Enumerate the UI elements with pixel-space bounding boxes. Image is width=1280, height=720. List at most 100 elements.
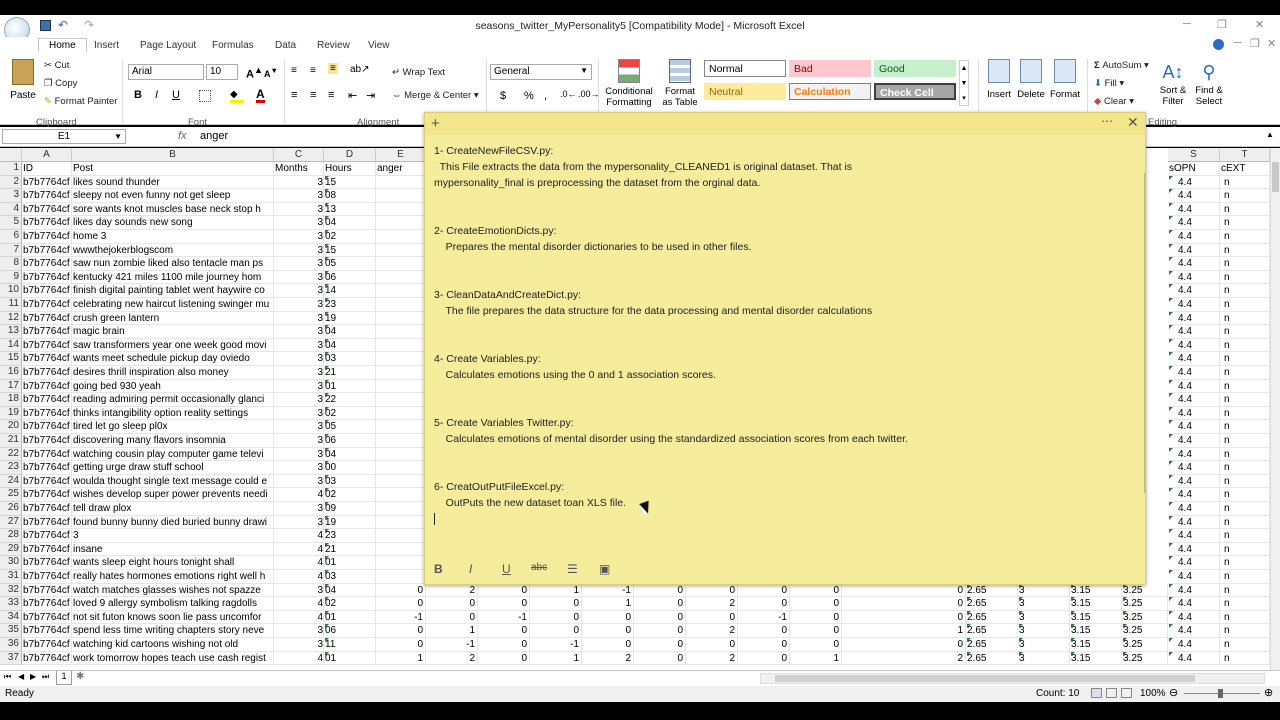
- cell-hours[interactable]: 04: [324, 583, 376, 598]
- cell-hours[interactable]: 08: [324, 189, 376, 203]
- cell-hours[interactable]: 14: [324, 284, 376, 298]
- row-header[interactable]: 1: [0, 162, 22, 176]
- cell-months[interactable]: 4: [274, 529, 324, 543]
- row-header[interactable]: 31: [0, 570, 22, 584]
- cell-cext[interactable]: n: [1220, 624, 1270, 638]
- style-check-cell[interactable]: Check Cell: [874, 83, 956, 100]
- row-header[interactable]: 28: [0, 529, 22, 543]
- autosum-button[interactable]: Σ AutoSum ▾: [1094, 60, 1149, 71]
- ribbon-restore-button[interactable]: ❐: [1250, 37, 1260, 50]
- cell-id[interactable]: b7b7764cf: [22, 270, 72, 285]
- cell-id[interactable]: b7b7764cf: [22, 311, 72, 326]
- cell-id[interactable]: b7b7764cf: [22, 298, 72, 312]
- cell-post[interactable]: watching kid cartoons wishing not old: [72, 638, 274, 652]
- cell-id[interactable]: b7b7764cf: [22, 406, 72, 421]
- cell-sopn[interactable]: 4.4: [1168, 542, 1220, 557]
- tab-data[interactable]: Data: [275, 40, 296, 51]
- cell-months[interactable]: 4: [274, 556, 324, 570]
- cell-anger[interactable]: -1: [376, 610, 426, 625]
- tab-formulas[interactable]: Formulas: [212, 40, 254, 51]
- cell-id[interactable]: b7b7764cf: [22, 175, 72, 190]
- cell-id[interactable]: b7b7764cf: [22, 461, 72, 475]
- cell-post[interactable]: found bunny bunny died buried bunny draw…: [72, 515, 274, 530]
- close-note-icon[interactable]: ✕: [1127, 114, 1139, 131]
- more-options-icon[interactable]: ⋯: [1101, 114, 1113, 128]
- row-header[interactable]: 23: [0, 461, 22, 475]
- prev-sheet-button[interactable]: ◀: [18, 672, 24, 681]
- name-box[interactable]: E1 ▼: [2, 129, 126, 144]
- cell-value[interactable]: 2.65: [966, 583, 1018, 598]
- header-cell-s[interactable]: sOPN: [1168, 162, 1220, 176]
- cell-post[interactable]: tell draw plox: [72, 502, 274, 516]
- cell-months[interactable]: 3: [274, 338, 324, 353]
- cell-sopn[interactable]: 4.4: [1168, 502, 1220, 516]
- insert-image-icon[interactable]: ▣: [599, 562, 610, 576]
- row-header[interactable]: 33: [0, 597, 22, 611]
- cell-anger[interactable]: [376, 420, 426, 434]
- comma-button[interactable]: ,: [544, 90, 547, 102]
- cell-hours[interactable]: 22: [324, 393, 376, 407]
- cell-id[interactable]: b7b7764cf: [22, 352, 72, 366]
- sticky-note-text[interactable]: 1- CreateNewFileCSV.py: This File extrac…: [434, 143, 1134, 511]
- row-header[interactable]: 16: [0, 366, 22, 380]
- cell-anger[interactable]: [376, 379, 426, 394]
- borders-icon[interactable]: [199, 90, 211, 102]
- format-as-table-button[interactable]: Format as Table: [660, 59, 700, 108]
- cell-post[interactable]: thinks intangibility option reality sett…: [72, 406, 274, 421]
- cell-hours[interactable]: 23: [324, 529, 376, 543]
- cell-post[interactable]: getting urge draw stuff school: [72, 461, 274, 475]
- row-header[interactable]: 11: [0, 298, 22, 312]
- cell-post[interactable]: going bed 930 yeah: [72, 379, 274, 394]
- cell-value[interactable]: 3.25: [1122, 597, 1168, 611]
- cell-id[interactable]: b7b7764cf: [22, 434, 72, 448]
- cell-post[interactable]: wwwthejokerblogscom: [72, 243, 274, 258]
- cell-value[interactable]: 0: [842, 610, 966, 625]
- cell-post[interactable]: home 3: [72, 230, 274, 244]
- row-header[interactable]: 22: [0, 447, 22, 462]
- wrap-text-button[interactable]: ↵ Wrap Text: [392, 67, 445, 78]
- cell-value[interactable]: -1: [426, 638, 478, 652]
- cell-id[interactable]: b7b7764cf: [22, 230, 72, 244]
- cell-id[interactable]: b7b7764cf: [22, 638, 72, 652]
- cell-cext[interactable]: n: [1220, 597, 1270, 611]
- cell-post[interactable]: sore wants knot muscles base neck stop h: [72, 202, 274, 217]
- cell-hours[interactable]: 02: [324, 597, 376, 611]
- note-underline-button[interactable]: U: [502, 562, 511, 576]
- first-sheet-button[interactable]: ⏮: [4, 672, 11, 682]
- cell-value[interactable]: 2: [426, 583, 478, 598]
- tab-insert[interactable]: Insert: [94, 40, 119, 51]
- cell-anger[interactable]: [376, 515, 426, 530]
- paste-button[interactable]: Paste: [8, 59, 38, 113]
- cell-sopn[interactable]: 4.4: [1168, 434, 1220, 448]
- row-header[interactable]: 2: [0, 175, 22, 190]
- row-header[interactable]: 5: [0, 216, 22, 230]
- ribbon-close-button[interactable]: ✕: [1267, 37, 1276, 50]
- cell-sopn[interactable]: 4.4: [1168, 257, 1220, 271]
- cell-months[interactable]: 3: [274, 624, 324, 638]
- cell-post[interactable]: finish digital painting tablet went hayw…: [72, 284, 274, 298]
- align-middle-icon[interactable]: ≡: [310, 65, 316, 76]
- cell-cext[interactable]: n: [1220, 542, 1270, 557]
- cell-months[interactable]: 3: [274, 257, 324, 271]
- font-name-select[interactable]: Arial: [128, 64, 204, 80]
- cell-post[interactable]: saw nun zombie liked also tentacle man p…: [72, 257, 274, 271]
- cell-sopn[interactable]: 4.4: [1168, 529, 1220, 543]
- cell-value[interactable]: 2.65: [966, 651, 1018, 666]
- row-header[interactable]: 14: [0, 338, 22, 353]
- cell-hours[interactable]: 21: [324, 542, 376, 557]
- cell-value[interactable]: 0: [790, 610, 842, 625]
- add-note-icon[interactable]: +: [431, 115, 440, 132]
- align-top-icon[interactable]: ≡: [291, 65, 297, 76]
- header-cell-c[interactable]: Months: [274, 162, 324, 176]
- cell-id[interactable]: b7b7764cf: [22, 597, 72, 611]
- ribbon-minimize-button[interactable]: ─: [1234, 37, 1242, 49]
- row-header[interactable]: 18: [0, 393, 22, 407]
- cell-months[interactable]: 3: [274, 175, 324, 190]
- cell-value[interactable]: 0: [478, 651, 530, 666]
- row-header[interactable]: 32: [0, 583, 22, 598]
- zoom-slider-thumb[interactable]: [1218, 689, 1223, 698]
- cell-months[interactable]: 3: [274, 325, 324, 339]
- cell-id[interactable]: b7b7764cf: [22, 570, 72, 584]
- cell-sopn[interactable]: 4.4: [1168, 175, 1220, 190]
- cell-id[interactable]: b7b7764cf: [22, 284, 72, 298]
